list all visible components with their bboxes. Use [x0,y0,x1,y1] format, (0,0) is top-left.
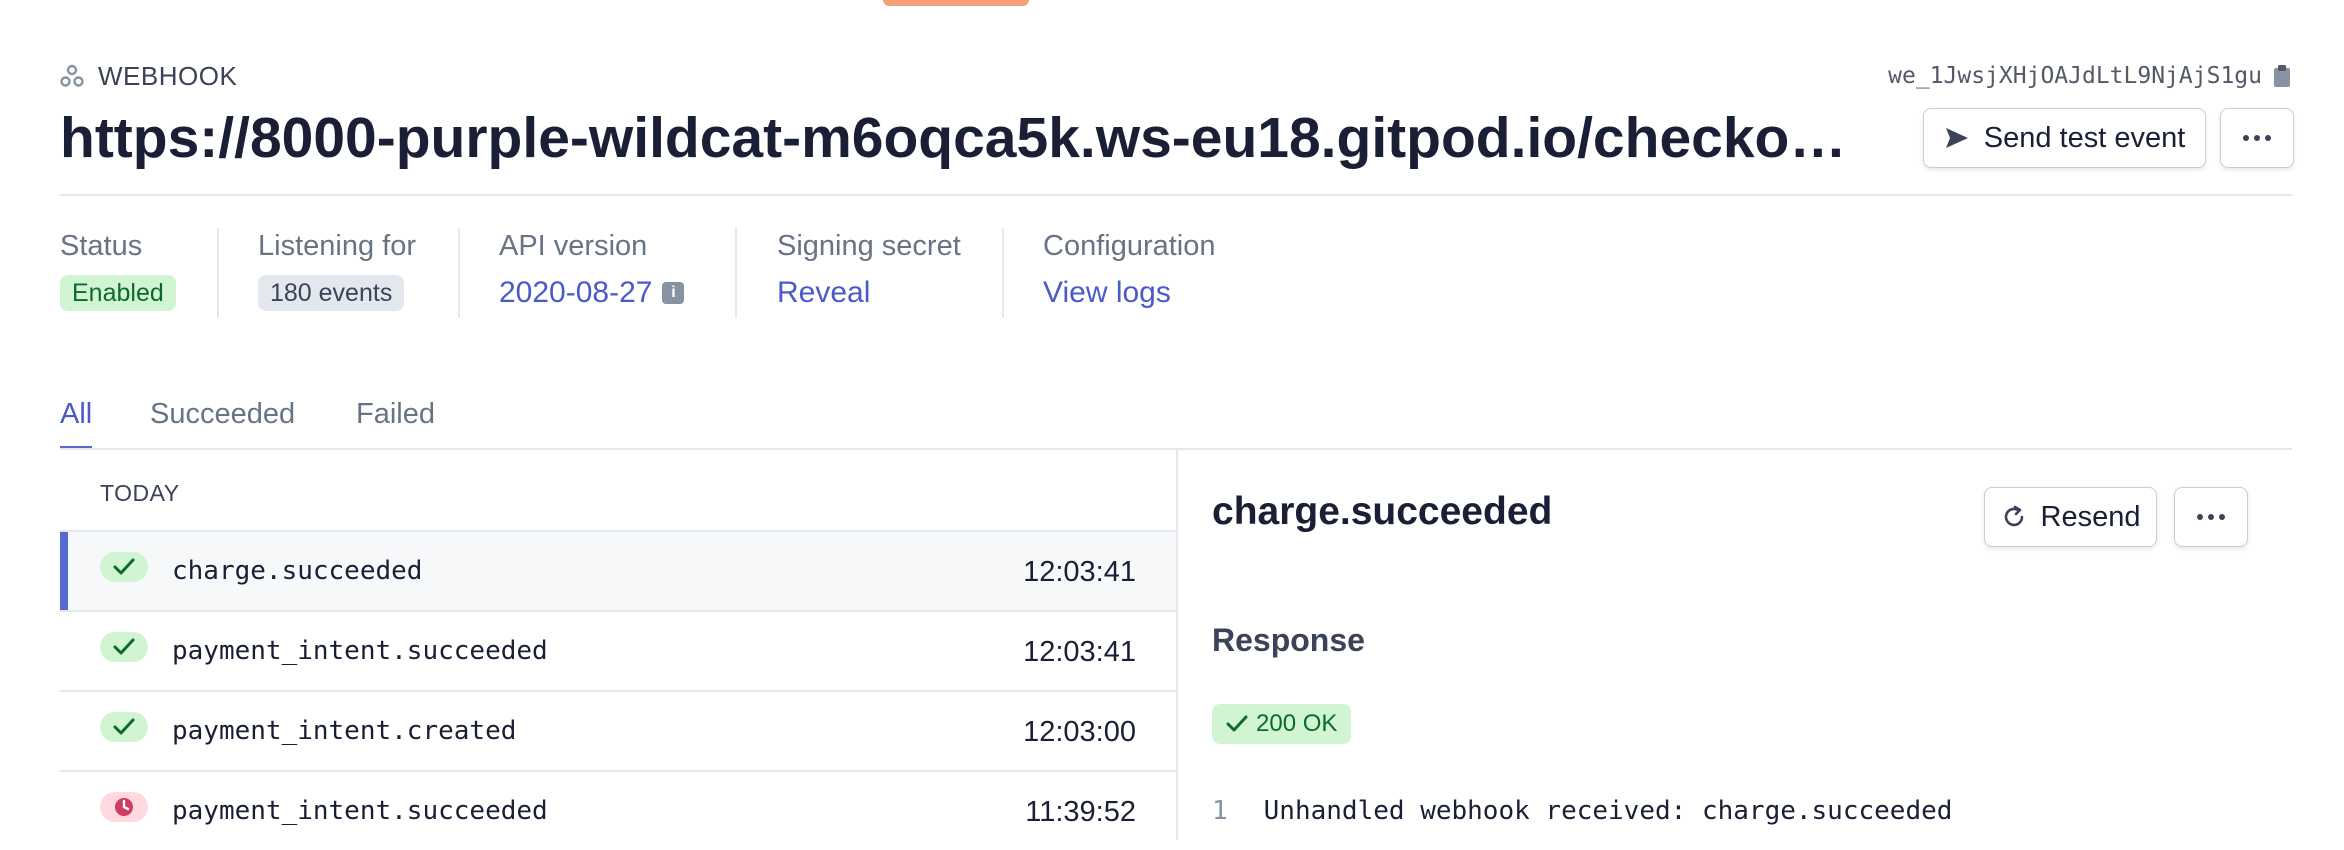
webhook-kicker-label: WEBHOOK [98,60,238,91]
webhook-kicker: WEBHOOK [60,60,237,92]
meta-secret-label: Signing secret [777,230,961,262]
endpoint-id[interactable]: we_1JwsjXHjOAJdLtL9NjAjS1gu [1888,60,2292,92]
list-group-label: TODAY [100,480,180,506]
reveal-secret-link[interactable]: Reveal [777,276,870,310]
resend-button[interactable]: Resend [1984,487,2157,547]
meta-divider [217,228,219,318]
check-icon [1226,715,1248,732]
resend-label: Resend [2040,500,2141,533]
status-badge: Enabled [60,275,176,311]
event-time: 12:03:41 [1023,556,1136,588]
send-test-event-label: Send test event [1983,121,2186,154]
check-icon [100,632,148,662]
response-status-badge: 200 OK [1212,704,1352,744]
meta-api-label: API version [499,230,648,262]
response-heading: Response [1212,622,1365,658]
tab-succeeded[interactable]: Succeeded [150,392,295,450]
header-divider [60,194,2292,196]
line-number: 1 [1212,796,1228,826]
events-count-badge[interactable]: 180 events [258,275,405,311]
top-accent-bar [883,0,1029,6]
event-name: payment_intent.succeeded [172,796,548,826]
line-text: Unhandled webhook received: charge.succe… [1263,796,1953,826]
clock-icon [100,792,148,822]
endpoint-id-text: we_1JwsjXHjOAJdLtL9NjAjS1gu [1888,63,2262,89]
event-name: charge.succeeded [172,556,423,586]
check-icon [100,552,148,582]
webhook-icon [60,64,84,87]
event-time: 11:39:52 [1025,796,1136,828]
meta-config-label: Configuration [1043,230,1216,262]
meta-divider [458,228,460,318]
meta-api-version: API version 2020-08-27 i [499,228,685,320]
view-logs-link[interactable]: View logs [1043,276,1171,310]
list-item[interactable]: payment_intent.created 12:03:00 [60,690,1176,770]
meta-listening: Listening for 180 events [258,228,416,320]
list-item[interactable]: payment_intent.succeeded 11:39:52 [60,770,1176,850]
more-options-button[interactable] [2220,108,2294,168]
event-name: payment_intent.created [172,716,517,746]
meta-status-label: Status [60,230,143,262]
meta-configuration: Configuration View logs [1043,228,1216,320]
event-time: 12:03:00 [1023,716,1136,748]
more-icon [2243,135,2271,141]
list-item[interactable]: charge.succeeded 12:03:41 [60,530,1176,610]
event-name: payment_intent.succeeded [172,636,548,666]
api-version-link[interactable]: 2020-08-27 [499,276,652,310]
meta-listening-label: Listening for [258,230,416,262]
response-status-text: 200 OK [1256,710,1338,737]
page-title: https://8000-purple-wildcat-m6oqca5k.ws-… [60,106,1847,170]
meta-status: Status Enabled [60,228,176,320]
response-body-line: 1 Unhandled webhook received: charge.suc… [1212,796,1952,826]
send-test-event-button[interactable]: Send test event [1923,108,2206,168]
meta-divider [735,228,737,318]
header-meta-row: WEBHOOK we_1JwsjXHjOAJdLtL9NjAjS1gu [60,60,2292,92]
event-list: TODAY charge.succeeded 12:03:41 payment_… [60,450,1176,840]
info-icon[interactable]: i [662,282,685,304]
more-icon [2197,514,2225,520]
event-time: 12:03:41 [1023,636,1136,668]
check-icon [100,712,148,742]
meta-divider [1002,228,1004,318]
resend-icon [2004,505,2023,527]
send-icon [1945,128,1968,148]
clipboard-icon[interactable] [2272,64,2292,88]
list-item[interactable]: payment_intent.succeeded 12:03:41 [60,610,1176,690]
detail-more-options-button[interactable] [2174,487,2248,547]
tab-failed[interactable]: Failed [356,392,435,450]
meta-signing-secret: Signing secret Reveal [777,228,961,320]
event-detail-title: charge.succeeded [1212,490,1553,533]
tab-all[interactable]: All [60,392,93,450]
